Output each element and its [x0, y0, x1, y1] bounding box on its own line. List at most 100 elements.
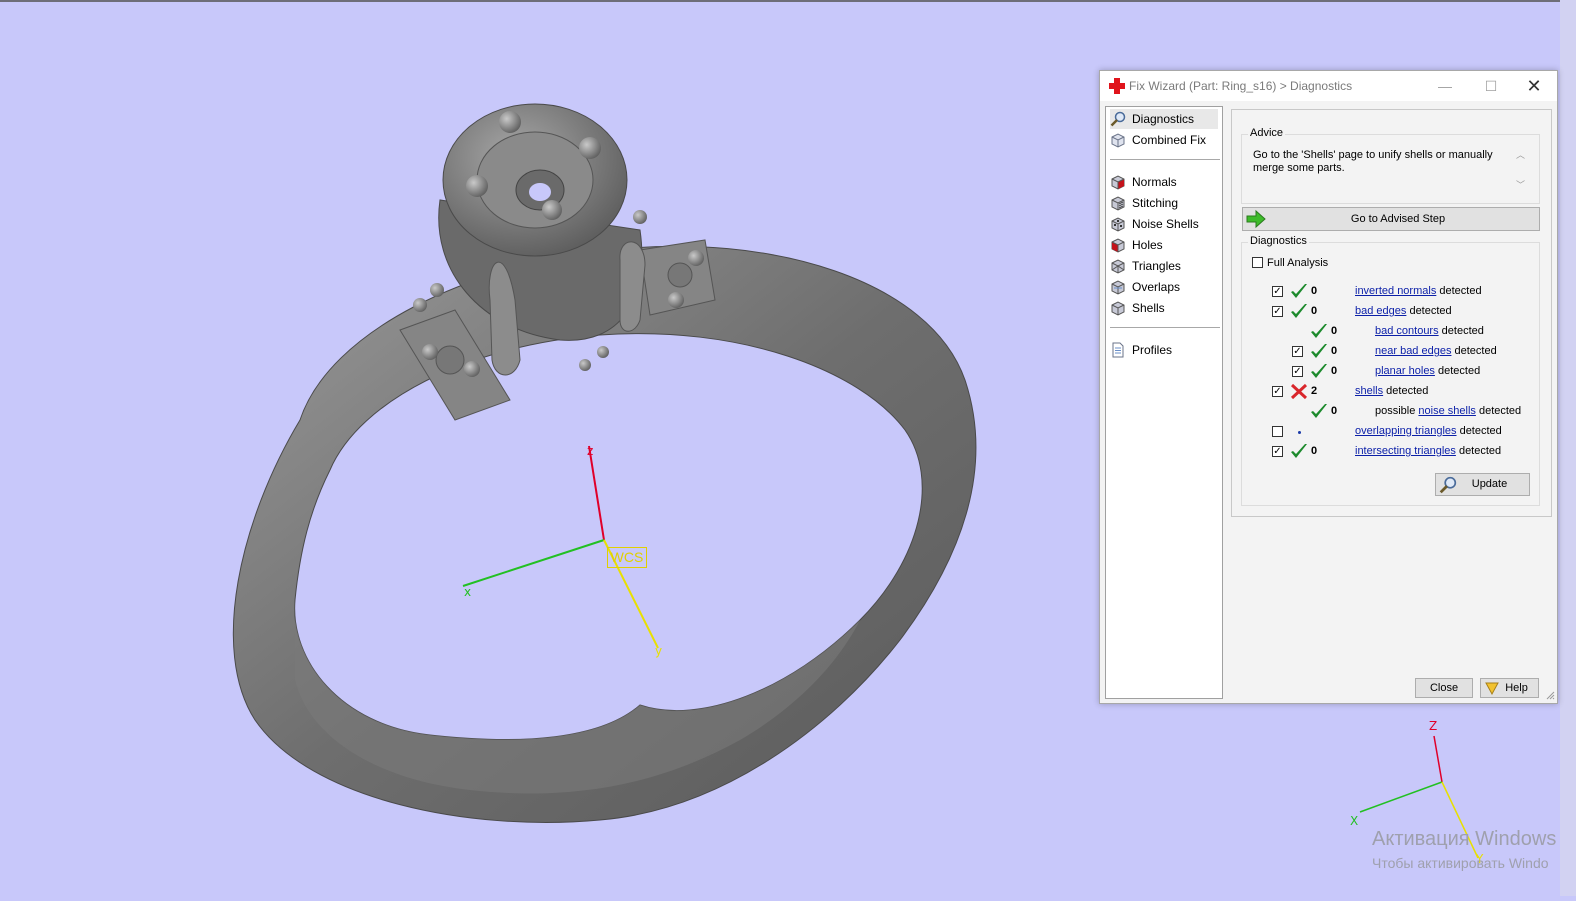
- diagnostic-suffix: detected: [1406, 305, 1452, 317]
- diagnostic-link[interactable]: shells: [1355, 385, 1383, 397]
- nav-item-stitching[interactable]: Stitching: [1110, 193, 1218, 213]
- advised-step-label: Go to Advised Step: [1350, 213, 1446, 225]
- diagnostic-link[interactable]: planar holes: [1375, 365, 1435, 377]
- help-triangle-icon: [1485, 682, 1499, 695]
- wizard-nav: Diagnostics Combined Fix Normals Stitchi…: [1105, 106, 1223, 699]
- nav-label: Shells: [1132, 301, 1165, 315]
- resize-grip-icon[interactable]: [1545, 690, 1555, 700]
- nav-item-combined-fix[interactable]: Combined Fix: [1110, 130, 1218, 150]
- red-cross-icon: [1109, 78, 1125, 94]
- axis-x-line: [462, 539, 605, 587]
- nav-label: Profiles: [1132, 343, 1173, 357]
- dialog-titlebar[interactable]: Fix Wizard (Part: Ring_s16) > Diagnostic…: [1100, 71, 1557, 101]
- diagnostic-count: 0: [1331, 405, 1338, 417]
- green-check-icon: [1291, 284, 1307, 298]
- diagnostic-count: 0: [1311, 445, 1318, 457]
- diagnostic-link[interactable]: near bad edges: [1375, 345, 1451, 357]
- noise-shells-cube-icon: [1111, 217, 1125, 232]
- diagnostic-suffix: detected: [1383, 385, 1429, 397]
- go-to-advised-step-button[interactable]: Go to Advised Step: [1242, 207, 1540, 231]
- diagnostic-link[interactable]: intersecting triangles: [1355, 445, 1456, 457]
- axis-z-label: z: [587, 444, 594, 458]
- nav-item-noise-shells[interactable]: Noise Shells: [1110, 214, 1218, 234]
- diagnostic-checkbox[interactable]: ✓: [1272, 306, 1283, 317]
- diagnostic-checkbox[interactable]: ✓: [1292, 366, 1303, 377]
- nav-item-holes[interactable]: Holes: [1110, 235, 1218, 255]
- diagnostic-row-text: overlapping triangles detected: [1355, 425, 1502, 437]
- holes-cube-icon: [1111, 238, 1125, 253]
- nav-label: Overlaps: [1132, 280, 1181, 294]
- green-check-icon: [1311, 344, 1327, 358]
- axis-y-label: y: [655, 644, 663, 658]
- diagnostic-count: 2: [1311, 385, 1318, 397]
- diagnostic-link[interactable]: overlapping triangles: [1355, 425, 1457, 437]
- diagnostic-checkbox[interactable]: ✓: [1272, 386, 1283, 397]
- diagnostic-suffix: detected: [1438, 325, 1484, 337]
- nav-label: Triangles: [1132, 259, 1181, 273]
- nav-item-profiles[interactable]: Profiles: [1110, 340, 1218, 360]
- nav-item-shells[interactable]: Shells: [1110, 298, 1218, 318]
- diagnostic-row-text: planar holes detected: [1375, 365, 1480, 377]
- minimize-button[interactable]: —: [1422, 71, 1468, 101]
- diagnostic-suffix: detected: [1455, 445, 1502, 457]
- green-check-icon: [1291, 304, 1307, 318]
- diagnostics-caption: Diagnostics: [1248, 235, 1309, 247]
- advice-text: Go to the 'Shells' page to unify shells …: [1253, 149, 1493, 174]
- activation-watermark-title: Активация Windows: [1372, 828, 1557, 850]
- maximize-button[interactable]: ☐: [1468, 71, 1514, 101]
- diagnostic-row-text: bad contours detected: [1375, 325, 1484, 337]
- axis-x-label: x: [464, 585, 472, 599]
- close-button[interactable]: Close: [1415, 678, 1473, 698]
- diagnostic-suffix: detected: [1451, 345, 1497, 357]
- nav-item-triangles[interactable]: Triangles: [1110, 256, 1218, 276]
- diagnostic-count: 0: [1331, 365, 1338, 377]
- nav-label: Stitching: [1132, 196, 1179, 210]
- diagnostic-row-text: intersecting triangles detected: [1355, 445, 1501, 457]
- close-window-button[interactable]: ✕: [1511, 71, 1557, 101]
- diagnostic-prefix: possible: [1375, 405, 1419, 417]
- diagnostic-link[interactable]: bad edges: [1355, 305, 1406, 317]
- activation-watermark-subtitle: Чтобы активировать Windo: [1372, 855, 1549, 871]
- magnifier-icon: [1439, 476, 1457, 494]
- diagnostic-suffix: detected: [1475, 405, 1522, 417]
- green-check-icon: [1291, 444, 1307, 458]
- mini-axis-x-label: X: [1350, 814, 1359, 828]
- magnifier-icon: [1110, 111, 1126, 127]
- diagnostic-checkbox[interactable]: [1272, 426, 1283, 437]
- not-analyzed-dot-icon: [1298, 431, 1301, 434]
- advice-scroll-up-icon[interactable]: ︿: [1516, 148, 1525, 161]
- green-check-icon: [1311, 324, 1327, 338]
- diagnostic-checkbox[interactable]: ✓: [1292, 346, 1303, 357]
- shells-cube-icon: [1111, 301, 1125, 316]
- diagnostic-count: 0: [1331, 325, 1338, 337]
- diagnostic-row-text: bad edges detected: [1355, 305, 1452, 317]
- mini-axis-z-label: Z: [1429, 719, 1438, 733]
- nav-item-normals[interactable]: Normals: [1110, 172, 1218, 192]
- help-button[interactable]: Help: [1480, 678, 1539, 698]
- diagnostic-link[interactable]: bad contours: [1375, 325, 1439, 337]
- diagnostic-row-text: near bad edges detected: [1375, 345, 1497, 357]
- diagnostic-checkbox[interactable]: ✓: [1272, 286, 1283, 297]
- diagnostic-link[interactable]: noise shells: [1418, 405, 1475, 417]
- update-button[interactable]: Update: [1435, 473, 1530, 496]
- diagnostic-suffix: detected: [1456, 425, 1502, 437]
- document-icon: [1112, 342, 1124, 358]
- diagnostic-count: 0: [1331, 345, 1338, 357]
- diagnostic-count: 0: [1311, 305, 1318, 317]
- diagnostic-checkbox[interactable]: ✓: [1272, 446, 1283, 457]
- full-analysis-checkbox[interactable]: [1252, 257, 1263, 268]
- diagnostic-count: 0: [1311, 285, 1318, 297]
- advice-caption: Advice: [1248, 127, 1286, 139]
- full-analysis-label: Full Analysis: [1267, 257, 1329, 269]
- diagnostic-link[interactable]: inverted normals: [1355, 285, 1436, 297]
- close-label: Close: [1429, 682, 1459, 694]
- nav-item-diagnostics[interactable]: Diagnostics: [1110, 109, 1218, 129]
- cube-icon: [1111, 133, 1125, 148]
- nav-label: Normals: [1132, 175, 1177, 189]
- normals-cube-icon: [1111, 175, 1125, 190]
- wcs-label: WCS: [607, 547, 647, 568]
- right-edge-strip: [1560, 0, 1576, 896]
- advice-scroll-down-icon[interactable]: ﹀: [1516, 178, 1525, 191]
- green-check-icon: [1311, 364, 1327, 378]
- nav-item-overlaps[interactable]: Overlaps: [1110, 277, 1218, 297]
